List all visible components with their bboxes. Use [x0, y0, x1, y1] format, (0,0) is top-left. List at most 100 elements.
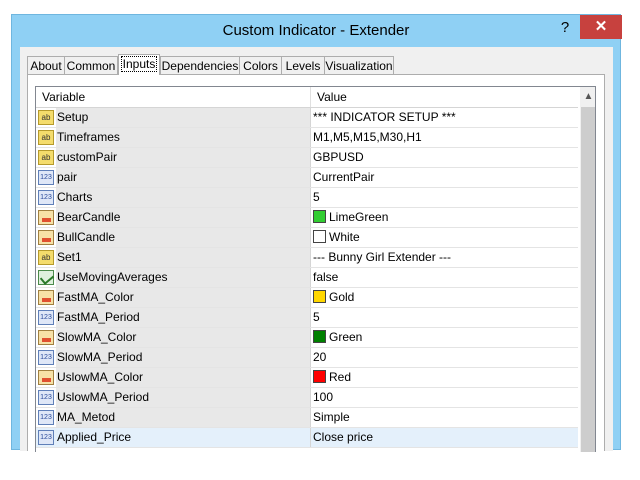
tab-inputs[interactable]: Inputs — [118, 54, 160, 75]
variable-value[interactable]: Gold — [311, 288, 578, 307]
table-row[interactable]: 123 Charts 5 — [36, 188, 578, 208]
value-text: GBPUSD — [313, 150, 364, 164]
variable-name: UslowMA_Period — [56, 388, 311, 407]
table-row[interactable]: ab Set1 --- Bunny Girl Extender --- — [36, 248, 578, 268]
variable-name: Setup — [56, 108, 311, 127]
number-icon: 123 — [38, 430, 54, 445]
help-button[interactable]: ? — [554, 17, 576, 39]
table-row[interactable]: 123 pair CurrentPair — [36, 168, 578, 188]
tab-dependencies[interactable]: Dependencies — [160, 56, 240, 74]
variable-value[interactable]: Close price — [311, 428, 578, 447]
tab-label: Colors — [243, 59, 278, 73]
tab-about[interactable]: About — [27, 56, 65, 74]
variable-value[interactable]: false — [311, 268, 578, 287]
table-row[interactable]: UslowMA_Color Red — [36, 368, 578, 388]
table-row[interactable]: 123 UslowMA_Period 100 — [36, 388, 578, 408]
variable-name: UseMovingAverages — [56, 268, 311, 287]
variable-name: pair — [56, 168, 311, 187]
variable-value[interactable]: White — [311, 228, 578, 247]
variable-value[interactable]: GBPUSD — [311, 148, 578, 167]
table-row[interactable]: SlowMA_Color Green — [36, 328, 578, 348]
variable-value[interactable]: LimeGreen — [311, 208, 578, 227]
value-text: 100 — [313, 390, 334, 404]
variable-value[interactable]: 100 — [311, 388, 578, 407]
number-icon: 123 — [38, 190, 54, 205]
grid-rows: ab Setup *** INDICATOR SETUP *** ab Timefram… — [36, 108, 578, 448]
value-text: 5 — [313, 310, 320, 324]
variable-name: Set1 — [56, 248, 311, 267]
variable-column-header[interactable]: Variable — [36, 87, 311, 107]
value-text: Simple — [313, 410, 350, 424]
variable-name: Charts — [56, 188, 311, 207]
value-text: Close price — [313, 430, 374, 444]
number-icon: 123 — [38, 310, 54, 325]
variable-value[interactable]: --- Bunny Girl Extender --- — [311, 248, 578, 267]
value-text: White — [329, 230, 360, 244]
table-row[interactable]: ab customPair GBPUSD — [36, 148, 578, 168]
tab-colors[interactable]: Colors — [239, 56, 282, 74]
scroll-up-arrow-icon[interactable]: ▲ — [580, 89, 595, 105]
color-swatch — [313, 370, 326, 383]
variable-value[interactable]: *** INDICATOR SETUP *** — [311, 108, 578, 127]
variable-value[interactable]: Green — [311, 328, 578, 347]
table-row[interactable]: ab Setup *** INDICATOR SETUP *** — [36, 108, 578, 128]
value-text: CurrentPair — [313, 170, 375, 184]
table-row[interactable]: FastMA_Color Gold — [36, 288, 578, 308]
dialog-window: Custom Indicator - Extender ? ✕ About Co… — [11, 14, 622, 452]
variable-value[interactable]: Red — [311, 368, 578, 387]
variable-value[interactable]: 20 — [311, 348, 578, 367]
close-button[interactable]: ✕ — [580, 15, 622, 39]
value-text: LimeGreen — [329, 210, 389, 224]
color-swatch — [313, 290, 326, 303]
color-icon — [38, 330, 54, 345]
number-icon: 123 — [38, 410, 54, 425]
tab-label: Common — [66, 59, 116, 73]
table-row[interactable]: 123 Applied_Price Close price — [36, 428, 578, 448]
inputs-grid: Variable Value ab Setup *** INDICATOR SETU… — [35, 86, 596, 452]
color-icon — [38, 290, 54, 305]
variable-value[interactable]: M1,M5,M15,M30,H1 — [311, 128, 578, 147]
color-swatch — [313, 230, 326, 243]
tab-common[interactable]: Common — [64, 56, 118, 74]
table-row[interactable]: 123 MA_Metod Simple — [36, 408, 578, 428]
variable-name: SlowMA_Color — [56, 328, 311, 347]
value-text: *** INDICATOR SETUP *** — [313, 110, 456, 124]
variable-value[interactable]: 5 — [311, 188, 578, 207]
tab-levels[interactable]: Levels — [281, 56, 325, 74]
number-icon: 123 — [38, 390, 54, 405]
value-text: false — [313, 270, 339, 284]
variable-value[interactable]: 5 — [311, 308, 578, 327]
variable-name: FastMA_Period — [56, 308, 311, 327]
scroll-thumb[interactable] — [581, 107, 595, 452]
title-bar[interactable]: Custom Indicator - Extender ? ✕ — [12, 15, 622, 47]
table-row[interactable]: 123 SlowMA_Period 20 — [36, 348, 578, 368]
vertical-scrollbar[interactable]: ▲ — [580, 87, 595, 452]
value-text: 5 — [313, 190, 320, 204]
table-row[interactable]: BullCandle White — [36, 228, 578, 248]
variable-value[interactable]: CurrentPair — [311, 168, 578, 187]
variable-value[interactable]: Simple — [311, 408, 578, 427]
value-column-header[interactable]: Value — [311, 87, 578, 107]
window-title: Custom Indicator - Extender — [222, 22, 410, 39]
grid-header: Variable Value — [36, 87, 578, 108]
variable-name: Timeframes — [56, 128, 311, 147]
table-row[interactable]: 123 FastMA_Period 5 — [36, 308, 578, 328]
value-text: M1,M5,M15,M30,H1 — [313, 130, 422, 144]
variable-name: SlowMA_Period — [56, 348, 311, 367]
table-row[interactable]: ab Timeframes M1,M5,M15,M30,H1 — [36, 128, 578, 148]
value-text: Red — [329, 370, 352, 384]
text-icon: ab — [38, 130, 54, 145]
tab-label: About — [30, 59, 62, 73]
tab-visualization[interactable]: Visualization — [324, 56, 394, 74]
value-text: 20 — [313, 350, 327, 364]
color-icon — [38, 210, 54, 225]
variable-name: FastMA_Color — [56, 288, 311, 307]
variable-name: BearCandle — [56, 208, 311, 227]
text-icon: ab — [38, 110, 54, 125]
text-icon: ab — [38, 150, 54, 165]
number-icon: 123 — [38, 170, 54, 185]
variable-name: UslowMA_Color — [56, 368, 311, 387]
table-row[interactable]: UseMovingAverages false — [36, 268, 578, 288]
number-icon: 123 — [38, 350, 54, 365]
table-row[interactable]: BearCandle LimeGreen — [36, 208, 578, 228]
